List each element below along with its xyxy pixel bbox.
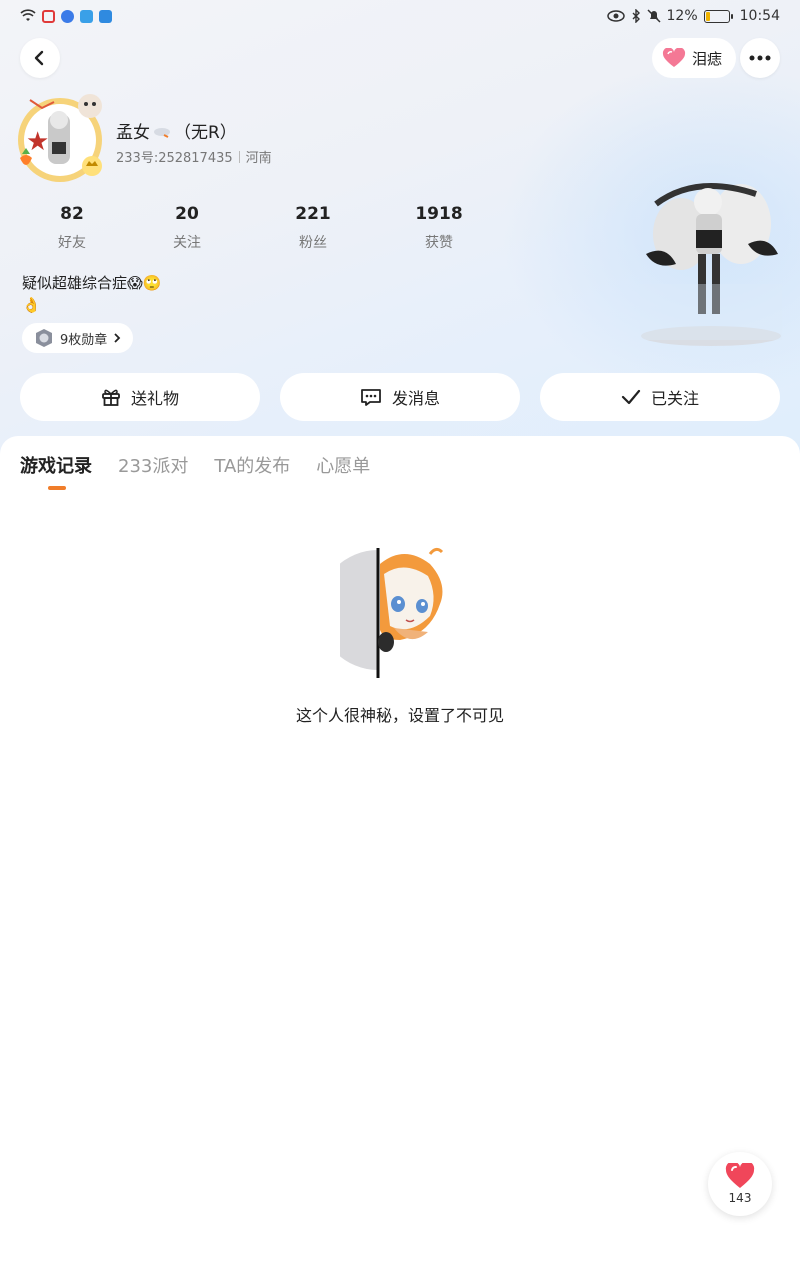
id-line: 233号:252817435 河南 <box>116 147 272 166</box>
heart-icon <box>662 48 686 67</box>
bio-line: 疑似超雄综合症😱🙄 <box>22 274 162 292</box>
mute-bell-icon <box>646 9 661 23</box>
stat-value: 221 <box>295 204 331 224</box>
medal-icon <box>36 329 52 347</box>
chevron-right-icon <box>114 333 121 343</box>
battery-percent: 12% <box>666 8 698 24</box>
like-button[interactable]: 143 <box>708 1152 772 1216</box>
stat-value: 82 <box>60 204 84 224</box>
stat-value: 20 <box>175 204 199 224</box>
like-count: 143 <box>728 1191 752 1205</box>
chat-app-icon <box>80 9 93 23</box>
music-app-icon <box>61 9 74 23</box>
tab-ta-posts[interactable]: TA的发布 <box>214 452 290 478</box>
message-icon <box>361 389 381 406</box>
heart-icon <box>725 1163 755 1188</box>
action-buttons: 送礼物 发消息 已关注 <box>20 373 780 421</box>
user-id[interactable]: 233号:252817435 <box>116 147 233 166</box>
stat-label: 好友 <box>58 235 86 251</box>
peeking-character-icon <box>318 547 444 678</box>
tab-wishlist[interactable]: 心愿单 <box>316 452 370 478</box>
clock: 10:54 <box>739 8 780 24</box>
stat-label: 关注 <box>173 235 201 251</box>
send-gift-label: 送礼物 <box>130 389 179 408</box>
stat-friends[interactable]: 82 好友 <box>20 204 124 252</box>
stats-row: 82 好友 20 关注 221 粉丝 1918 获赞 <box>20 204 502 252</box>
status-bar: 12% 10:54 <box>0 0 800 32</box>
more-dots-icon <box>749 55 771 61</box>
wifi-icon <box>20 9 36 21</box>
send-gift-button[interactable]: 送礼物 <box>20 373 260 421</box>
back-button[interactable] <box>20 38 60 78</box>
eye-icon <box>606 10 625 22</box>
checkmark-icon <box>621 389 641 405</box>
qq-app-icon <box>99 9 112 23</box>
bio: 疑似超雄综合症😱🙄 👌 <box>22 272 161 316</box>
empty-state-message: 这个人很神秘，设置了不可见 <box>295 706 504 725</box>
stat-label: 粉丝 <box>299 235 327 251</box>
weather-cloud-icon <box>154 127 170 138</box>
region: 河南 <box>245 151 272 166</box>
mole-label: 泪痣 <box>692 49 723 68</box>
more-options-button[interactable] <box>740 38 780 78</box>
tab-233-party[interactable]: 233派对 <box>118 452 188 478</box>
followed-button[interactable]: 已关注 <box>540 373 780 421</box>
back-arrow-icon <box>34 50 44 66</box>
active-tab-indicator <box>48 486 66 490</box>
avatar[interactable]: ★ <box>12 88 110 186</box>
stat-following[interactable]: 20 关注 <box>124 204 250 252</box>
badges-button[interactable]: 9枚勋章 <box>22 323 134 353</box>
nickname: 孟女 （无R） <box>116 118 237 143</box>
tab-bar: 游戏记录 233派对 TA的发布 心愿单 <box>20 452 370 478</box>
battery-icon <box>703 9 733 23</box>
send-message-label: 发消息 <box>391 389 440 408</box>
stat-followers[interactable]: 221 粉丝 <box>250 204 376 252</box>
svg-text:★: ★ <box>26 127 49 157</box>
gift-icon <box>102 389 120 406</box>
character-figure-icon <box>640 183 782 346</box>
badges-label: 9枚勋章 <box>60 332 108 348</box>
mole-button[interactable]: 泪痣 <box>652 38 737 78</box>
nickname-text: 孟女 <box>116 123 150 143</box>
stat-label: 获赞 <box>425 235 453 251</box>
send-message-button[interactable]: 发消息 <box>280 373 520 421</box>
avatar-frame-icon: ★ <box>18 94 102 182</box>
character-figure[interactable] <box>636 164 786 348</box>
stat-value: 1918 <box>415 204 463 224</box>
stat-likes[interactable]: 1918 获赞 <box>376 204 502 252</box>
nickname-suffix: （无R） <box>174 123 237 143</box>
followed-label: 已关注 <box>650 389 699 408</box>
divider <box>238 150 240 163</box>
app-notification-icon <box>42 9 55 23</box>
bio-line: 👌 <box>22 296 41 314</box>
empty-state-illustration <box>318 544 460 680</box>
bluetooth-icon <box>632 9 640 23</box>
tab-game-records[interactable]: 游戏记录 <box>20 452 92 478</box>
